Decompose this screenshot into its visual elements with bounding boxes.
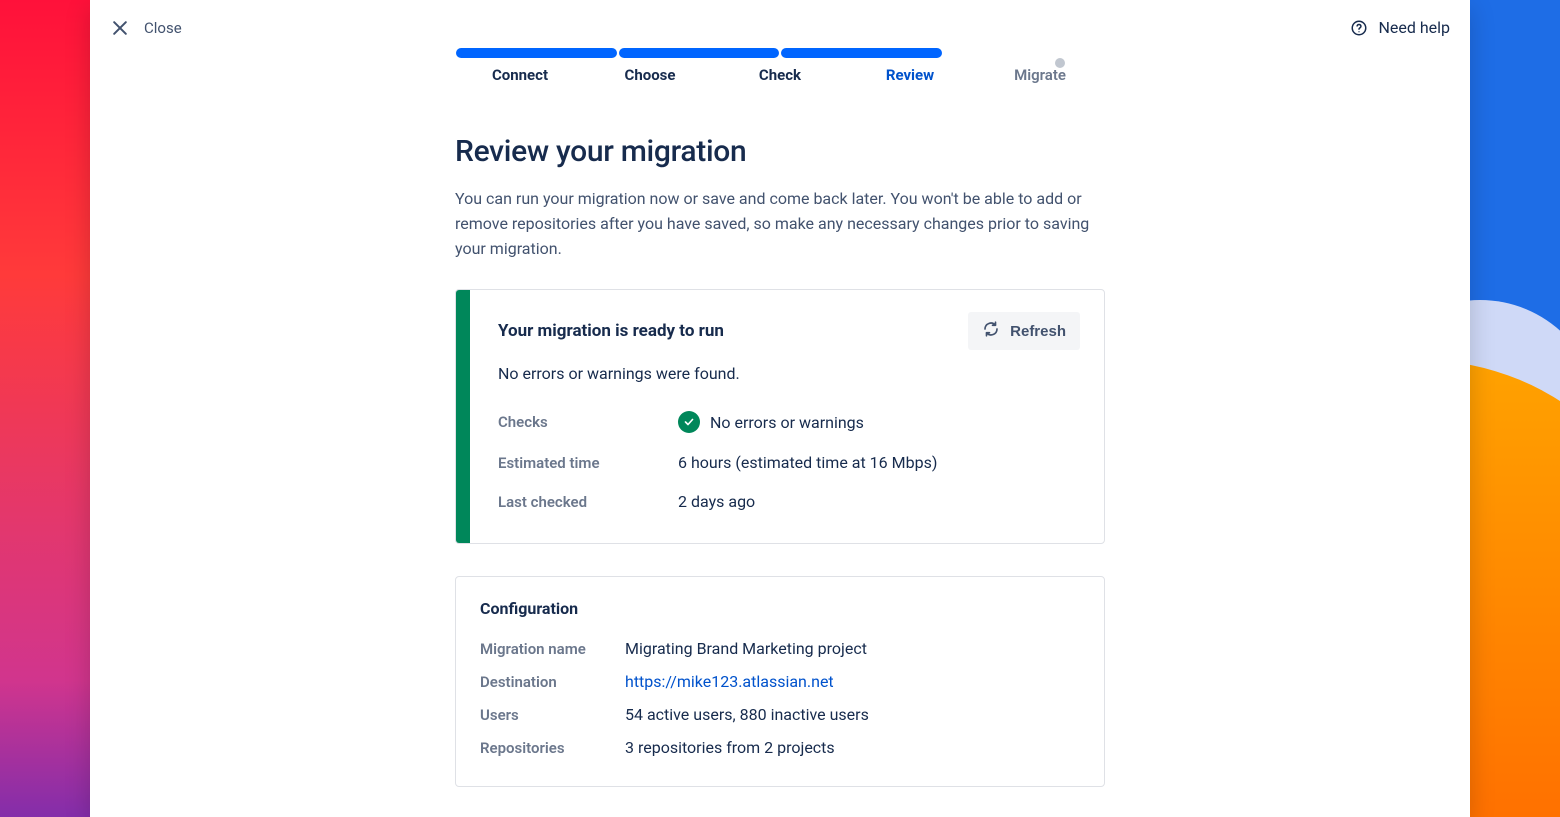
status-message: No errors or warnings were found. <box>498 364 1080 383</box>
checks-label: Checks <box>498 413 678 431</box>
check-success-icon <box>678 411 700 433</box>
refresh-icon <box>982 320 1000 342</box>
refresh-label: Refresh <box>1010 323 1066 340</box>
users-label: Users <box>480 706 625 724</box>
help-icon <box>1350 19 1368 37</box>
config-row-users: Users 54 active users, 880 inactive user… <box>480 698 1080 731</box>
configuration-card: Configuration Migration name Migrating B… <box>455 576 1105 787</box>
estimated-time-value: 6 hours (estimated time at 16 Mbps) <box>678 453 937 472</box>
migration-name-value: Migrating Brand Marketing project <box>625 639 867 658</box>
users-value: 54 active users, 880 inactive users <box>625 705 869 724</box>
last-checked-label: Last checked <box>498 493 678 511</box>
status-card: Your migration is ready to run Refresh N… <box>455 289 1105 544</box>
close-label: Close <box>144 19 182 37</box>
close-icon <box>110 18 130 38</box>
config-row-repositories: Repositories 3 repositories from 2 proje… <box>480 731 1080 764</box>
status-title: Your migration is ready to run <box>498 321 724 341</box>
destination-label: Destination <box>480 673 625 691</box>
checks-value: No errors or warnings <box>710 413 864 432</box>
config-row-migration-name: Migration name Migrating Brand Marketing… <box>480 632 1080 665</box>
refresh-button[interactable]: Refresh <box>968 312 1080 350</box>
status-row-estimated-time: Estimated time 6 hours (estimated time a… <box>498 443 1080 482</box>
need-help-button[interactable]: Need help <box>1350 18 1450 37</box>
configuration-title: Configuration <box>480 599 1080 618</box>
page-title: Review your migration <box>455 134 1105 169</box>
main-content: Review your migration You can run your m… <box>455 84 1105 817</box>
repositories-value: 3 repositories from 2 projects <box>625 738 835 757</box>
need-help-label: Need help <box>1378 18 1450 37</box>
status-details: Checks No errors or warnings Estimated t… <box>498 401 1080 521</box>
status-row-checks: Checks No errors or warnings <box>498 401 1080 443</box>
stepper: Connect Choose Check Review Migrate <box>455 38 1105 84</box>
migration-name-label: Migration name <box>480 640 625 658</box>
step-check[interactable]: Check <box>715 48 845 84</box>
status-accent-bar <box>456 290 470 543</box>
step-connect[interactable]: Connect <box>455 48 585 84</box>
close-button[interactable]: Close <box>110 18 182 38</box>
repositories-label: Repositories <box>480 739 625 757</box>
last-checked-value: 2 days ago <box>678 492 755 511</box>
migration-modal: Close Need help Connect Choose Check Rev… <box>90 0 1470 817</box>
status-row-last-checked: Last checked 2 days ago <box>498 482 1080 521</box>
page-description: You can run your migration now or save a… <box>455 187 1105 261</box>
step-choose[interactable]: Choose <box>585 48 715 84</box>
step-review[interactable]: Review <box>845 48 975 84</box>
destination-link[interactable]: https://mike123.atlassian.net <box>625 672 834 691</box>
config-row-destination: Destination https://mike123.atlassian.ne… <box>480 665 1080 698</box>
estimated-time-label: Estimated time <box>498 454 678 472</box>
step-migrate: Migrate <box>975 48 1105 84</box>
modal-header: Close Need help <box>90 0 1470 38</box>
